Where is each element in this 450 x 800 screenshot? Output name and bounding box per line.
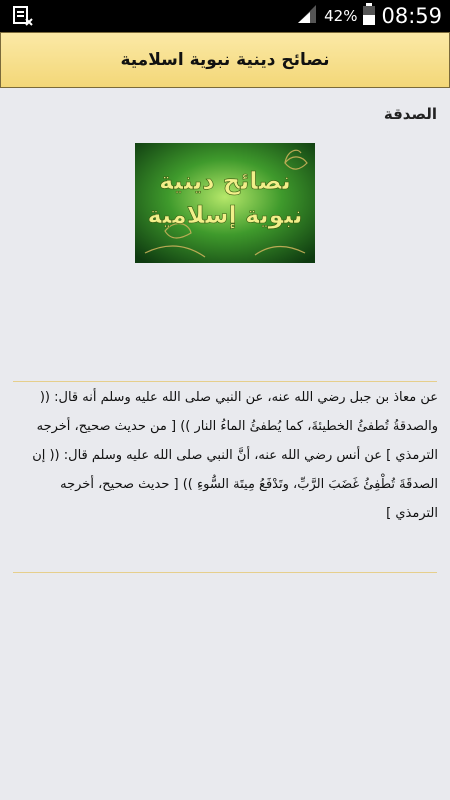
battery-percent: 42% <box>324 7 358 25</box>
divider-bottom <box>13 572 437 573</box>
signal-icon <box>296 4 318 28</box>
banner-line-2: نبوية إسلامية <box>147 201 302 229</box>
battery-icon <box>363 3 376 29</box>
section-title: الصدقة <box>383 105 437 123</box>
divider-top <box>13 381 437 382</box>
app-title-bar: نصائح دينية نبوية اسلامية <box>0 32 450 88</box>
page-title: نصائح دينية نبوية اسلامية <box>120 50 330 70</box>
clock: 08:59 <box>381 4 442 28</box>
calendar-x-icon <box>12 5 34 27</box>
status-bar: 42% 08:59 <box>0 0 450 32</box>
banner-line-1: نصائح دينية <box>159 167 291 195</box>
article-banner-image: نصائح دينية نبوية إسلامية <box>135 143 315 263</box>
article-body: عن معاذ بن جبل رضي الله عنه، عن النبي صل… <box>32 390 438 521</box>
